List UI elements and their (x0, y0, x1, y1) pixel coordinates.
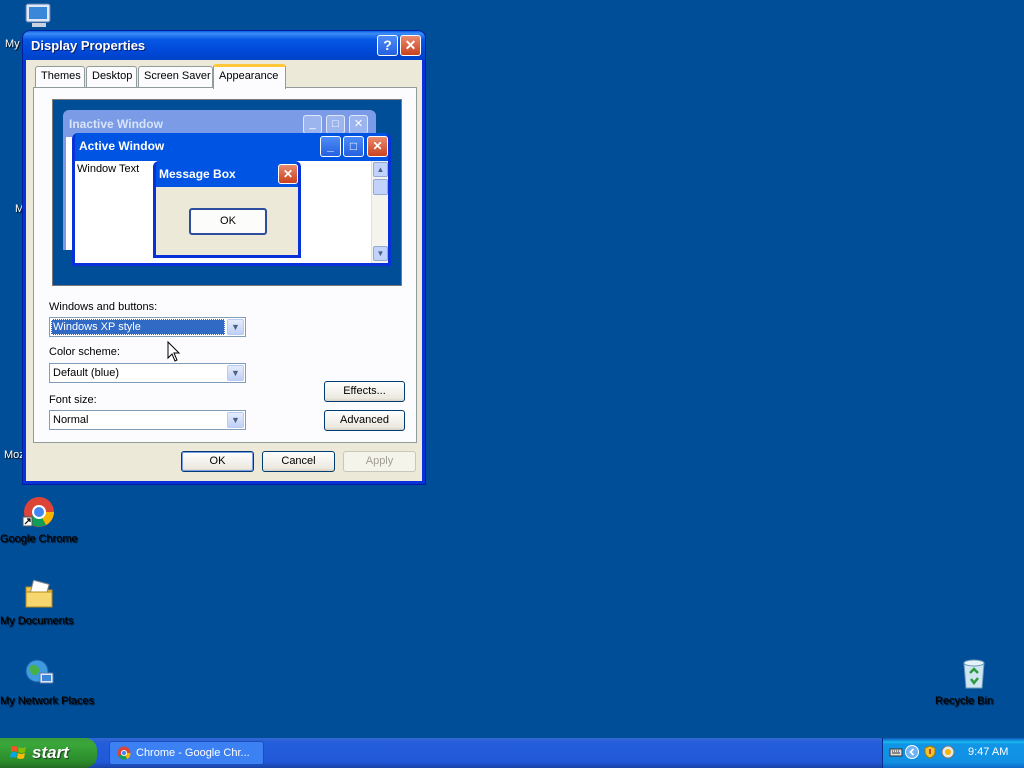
my-computer-icon[interactable] (22, 2, 56, 30)
color-scheme-select[interactable]: Default (blue) ▼ (49, 363, 246, 383)
preview-message-box-body: OK (156, 187, 298, 255)
preview-active-title: Active Window (79, 139, 165, 153)
effects-button[interactable]: Effects... (324, 381, 405, 402)
tab-themes[interactable]: Themes (35, 66, 85, 87)
close-icon: ✕ (278, 164, 298, 184)
desktop-icon-label: My Network Places (0, 695, 95, 707)
desktop-icon-label: Recycle Bin (935, 695, 994, 707)
tab-appearance[interactable]: Appearance (213, 64, 286, 89)
color-scheme-value: Default (blue) (53, 367, 120, 379)
font-size-label: Font size: (49, 394, 97, 406)
tab-label: Appearance (219, 70, 279, 82)
close-icon: ✕ (367, 136, 388, 157)
window-title: Display Properties (31, 38, 146, 53)
network-places-icon (22, 657, 56, 691)
recycle-bin-icon (957, 657, 991, 691)
close-icon: ✕ (404, 37, 417, 53)
title-bar[interactable]: Display Properties ? ✕ (23, 31, 425, 60)
security-shield-icon[interactable] (923, 745, 937, 759)
start-button[interactable]: start (0, 738, 97, 768)
desktop-label-partial[interactable]: My (5, 38, 20, 50)
color-scheme-label: Color scheme: (49, 346, 120, 358)
desktop-icon-my-documents[interactable]: My Documents (0, 577, 78, 627)
windows-and-buttons-select[interactable]: Windows XP style ▼ (49, 317, 246, 337)
tab-label: Desktop (92, 70, 133, 82)
windows-logo-icon (10, 746, 26, 759)
windows-and-buttons-label: Windows and buttons: (49, 301, 158, 313)
preview-inactive-title: Inactive Window (69, 117, 163, 131)
minimize-icon: _ (320, 136, 341, 157)
help-icon: ? (383, 37, 392, 53)
chevron-down-icon[interactable]: ▼ (227, 319, 244, 335)
scroll-up-icon: ▲ (373, 162, 388, 177)
chevron-left-icon[interactable] (905, 745, 919, 759)
tab-desktop[interactable]: Desktop (86, 66, 137, 87)
preview-scrollbar: ▲ ▼ (371, 161, 388, 263)
preview-ok-button: OK (189, 208, 267, 235)
apply-button[interactable]: Apply (343, 451, 416, 472)
start-label: start (32, 743, 69, 762)
scroll-thumb (373, 179, 388, 195)
desktop-icon-label: Google Chrome (0, 533, 78, 545)
taskbar: start Chrome - Google Chr... 9:47 AM (0, 738, 1024, 768)
font-size-value: Normal (53, 414, 89, 426)
appearance-panel: Inactive Window _ □ ✕ Active Window _ □ … (33, 87, 417, 443)
desktop-icon-label: My Documents (0, 615, 74, 627)
desktop-icon-recycle-bin[interactable]: Recycle Bin (935, 657, 1013, 707)
close-button[interactable]: ✕ (400, 35, 421, 56)
taskbar-item-chrome[interactable]: Chrome - Google Chr... (109, 741, 264, 765)
appearance-preview: Inactive Window _ □ ✕ Active Window _ □ … (52, 99, 402, 286)
chevron-down-icon[interactable]: ▼ (227, 412, 244, 428)
desktop-label-partial[interactable]: Moz (4, 449, 25, 461)
scroll-down-icon: ▼ (373, 246, 388, 261)
network-status-icon[interactable] (941, 745, 955, 759)
preview-message-box-title: Message Box (159, 167, 236, 181)
maximize-icon: □ (326, 115, 345, 134)
desktop-icon-chrome[interactable]: Google Chrome (0, 495, 78, 545)
tab-label: Screen Saver (144, 70, 211, 82)
advanced-button[interactable]: Advanced (324, 410, 405, 431)
tab-screen-saver[interactable]: Screen Saver (138, 66, 213, 87)
maximize-icon: □ (343, 136, 364, 157)
my-documents-icon (22, 577, 56, 611)
font-size-select[interactable]: Normal ▼ (49, 410, 246, 430)
help-button[interactable]: ? (377, 35, 398, 56)
chrome-icon (22, 495, 56, 529)
display-properties-window: Display Properties ? ✕ Themes Desktop Sc… (23, 31, 425, 484)
keyboard-icon[interactable] (889, 745, 903, 759)
cancel-button[interactable]: Cancel (262, 451, 335, 472)
system-tray: 9:47 AM (882, 738, 1024, 768)
mouse-cursor-icon (167, 341, 181, 362)
preview-message-box: Message Box ✕ OK (153, 161, 301, 258)
desktop-icon-network-places[interactable]: My Network Places (0, 657, 94, 707)
taskbar-item-label: Chrome - Google Chr... (136, 747, 250, 759)
minimize-icon: _ (303, 115, 322, 134)
chrome-icon (117, 746, 131, 760)
clock[interactable]: 9:47 AM (968, 746, 1008, 758)
close-icon: ✕ (349, 115, 368, 134)
tab-label: Themes (41, 70, 81, 82)
windows-and-buttons-value: Windows XP style (51, 319, 225, 335)
chevron-down-icon[interactable]: ▼ (227, 365, 244, 381)
preview-window-text: Window Text (77, 163, 140, 175)
ok-button[interactable]: OK (181, 451, 254, 472)
